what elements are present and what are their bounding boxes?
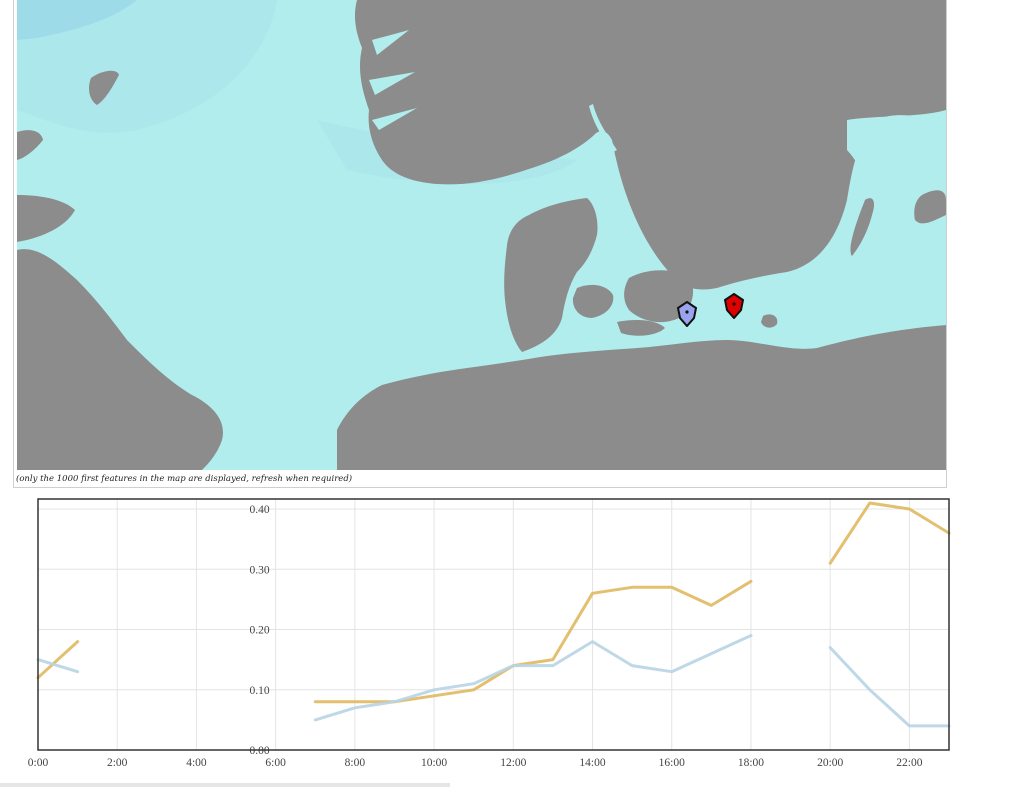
x-tick-label: 22:00	[896, 757, 922, 769]
continent-land	[337, 325, 946, 470]
sea-shallow-area	[17, 0, 277, 133]
y-tick-label: 0.10	[250, 685, 270, 697]
y-tick-label: 0.00	[250, 745, 270, 757]
map-canvas[interactable]	[17, 0, 946, 470]
map-panel: (only the 1000 first features in the map…	[13, 0, 947, 488]
x-tick-label: 18:00	[738, 757, 764, 769]
x-tick-label: 2:00	[107, 757, 128, 769]
y-tick-label: 0.40	[250, 504, 270, 516]
chart-svg: 0:00 2:00 4:00 6:00 8:00 10:00 12:00 14:00 16:00…	[28, 498, 951, 769]
horizontal-scrollbar[interactable]	[0, 783, 450, 787]
station-marker-red[interactable]	[723, 292, 745, 320]
funen-island	[572, 284, 614, 318]
plot-background	[38, 499, 949, 750]
orkney-islands	[17, 130, 43, 160]
jutland-land	[504, 198, 598, 352]
great-britain-land	[17, 249, 223, 470]
map-pin-icon	[723, 292, 745, 320]
y-tick-label: 0.20	[250, 625, 270, 637]
x-tick-label: 4:00	[186, 757, 207, 769]
map-pin-icon	[676, 300, 698, 328]
station-marker-blue[interactable]	[676, 300, 698, 328]
time-series-chart: 0:00 2:00 4:00 6:00 8:00 10:00 12:00 14:00 16:00…	[0, 490, 1024, 787]
x-tick-label: 12:00	[500, 757, 526, 769]
x-tick-label: 6:00	[265, 757, 286, 769]
x-tick-label: 16:00	[659, 757, 685, 769]
map-image[interactable]	[17, 0, 946, 470]
x-tick-label: 0:00	[28, 757, 49, 769]
x-tick-label: 14:00	[579, 757, 605, 769]
bornholm-island	[761, 314, 778, 328]
y-tick-label: 0.30	[250, 564, 270, 576]
scotland-land	[17, 195, 75, 242]
lolland-island	[617, 320, 665, 336]
x-tick-label: 10:00	[421, 757, 447, 769]
x-tick-label: 8:00	[345, 757, 366, 769]
x-tick-label: 20:00	[817, 757, 843, 769]
map-feature-limit-note: (only the 1000 first features in the map…	[16, 474, 353, 484]
